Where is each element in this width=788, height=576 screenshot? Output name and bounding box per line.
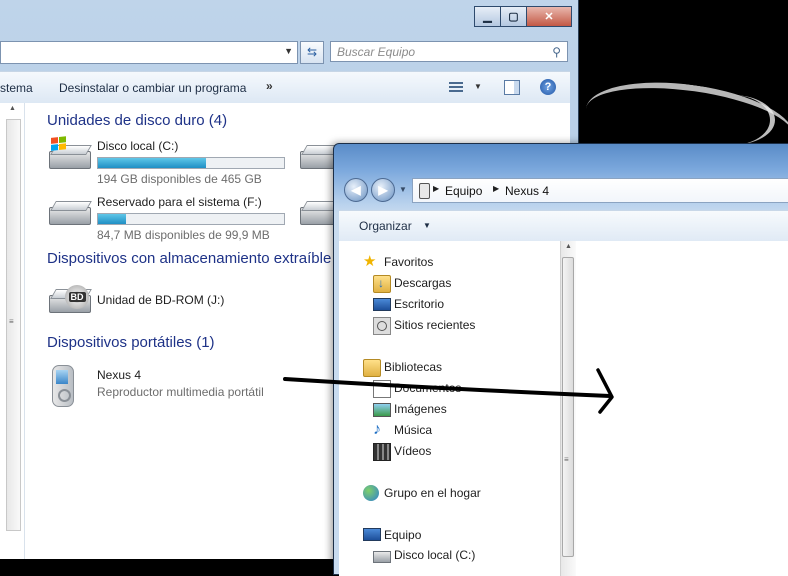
navigation-pane-collapsed: ▲ ≡: [0, 103, 25, 559]
nav-label: Bibliotecas: [384, 360, 443, 374]
music-note-icon: ♪: [373, 421, 381, 438]
documents-icon: [373, 380, 391, 398]
chevron-down-icon[interactable]: ▼: [423, 221, 431, 230]
breadcrumb-nexus4[interactable]: Nexus 4: [505, 184, 549, 198]
recent-places-icon: [373, 317, 391, 335]
hard-drive-icon: [373, 551, 391, 563]
drive-item-f[interactable]: Reservado para el sistema (F:) 84,7 MB d…: [47, 195, 307, 242]
title-bar[interactable]: ▁ ▢ ✕: [0, 0, 578, 34]
more-commands-button[interactable]: »: [266, 79, 273, 93]
group-header-removable[interactable]: Dispositivos con almacenamiento extraíbl…: [47, 250, 331, 267]
libraries-icon: [363, 359, 381, 377]
media-player-icon: [47, 365, 77, 409]
drive-name: Unidad de BD-ROM (J:): [97, 293, 225, 307]
command-bar: Organizar ▼: [339, 210, 788, 242]
drive-item-d[interactable]: [298, 139, 343, 183]
explorer-body: ★ Favoritos Descargas Escritorio Sitios …: [339, 241, 788, 576]
bluray-disc-icon: BD: [65, 285, 89, 309]
search-input[interactable]: Buscar Equipo ⚲: [330, 41, 568, 62]
chevron-right-icon[interactable]: ▶: [493, 184, 499, 193]
maximize-button[interactable]: ▢: [500, 6, 527, 27]
portable-device-item[interactable]: Nexus 4 Reproductor multimedia portátil: [47, 365, 307, 411]
change-view-icon[interactable]: [449, 80, 463, 94]
uninstall-program-button[interactable]: Desinstalar o cambiar un programa: [59, 81, 246, 95]
refresh-button[interactable]: ⇆: [300, 41, 324, 64]
search-placeholder: Buscar Equipo: [337, 45, 416, 59]
scroll-grip-icon: ≡: [9, 317, 14, 326]
nav-label: Grupo en el hogar: [384, 486, 481, 500]
navigation-pane: ★ Favoritos Descargas Escritorio Sitios …: [339, 241, 576, 576]
computer-icon: [363, 528, 381, 541]
chevron-right-icon[interactable]: ▶: [433, 184, 439, 193]
chevron-down-icon[interactable]: ▼: [284, 46, 293, 56]
device-type: Reproductor multimedia portátil: [97, 385, 264, 399]
back-button[interactable]: ◀: [344, 178, 368, 202]
device-icon: [419, 183, 430, 199]
hard-drive-icon: [47, 201, 92, 225]
pictures-icon: [373, 403, 391, 417]
drive-item-partial[interactable]: [298, 195, 343, 239]
windows-logo-icon: [51, 136, 67, 152]
nav-label: Disco local (C:): [394, 548, 476, 562]
chevron-down-icon[interactable]: ▼: [474, 82, 482, 91]
file-list-pane[interactable]: [576, 241, 788, 576]
nav-label: Descargas: [394, 276, 452, 290]
star-icon: ★: [363, 253, 377, 270]
drive-free-space: 194 GB disponibles de 465 GB: [97, 172, 262, 186]
group-header-hdd[interactable]: Unidades de disco duro (4): [47, 112, 227, 129]
minimize-button[interactable]: ▁: [474, 6, 501, 27]
system-properties-button[interactable]: stema: [0, 81, 33, 95]
bd-rom-drive-icon: BD: [47, 285, 92, 313]
device-name: Nexus 4: [97, 368, 142, 382]
downloads-folder-icon: [373, 275, 391, 293]
nav-label: Música: [394, 423, 433, 437]
wallpaper-decoration: [690, 95, 775, 145]
nav-label: Sitios recientes: [394, 318, 476, 332]
drive-free-space: 84,7 MB disponibles de 99,9 MB: [97, 228, 270, 242]
scroll-grip-icon: ≡: [564, 455, 569, 464]
search-icon[interactable]: ⚲: [552, 42, 561, 63]
navigation-scrollbar[interactable]: ▲ ≡: [560, 241, 576, 576]
command-bar: stema Desinstalar o cambiar un programa …: [0, 71, 570, 104]
close-button[interactable]: ✕: [526, 6, 572, 27]
desktop-icon: [373, 298, 391, 311]
drive-name: Disco local (C:): [97, 139, 179, 153]
nav-label: Imágenes: [394, 402, 447, 416]
scroll-up-icon[interactable]: ▲: [9, 105, 16, 112]
scroll-thumb[interactable]: [562, 257, 574, 557]
hard-drive-icon: [47, 136, 92, 169]
drive-usage-bar: [97, 157, 285, 169]
group-header-portable[interactable]: Dispositivos portátiles (1): [47, 334, 215, 351]
drive-name: Reservado para el sistema (F:): [97, 195, 262, 209]
scroll-up-icon[interactable]: ▲: [565, 243, 572, 250]
drive-usage-bar: [97, 213, 285, 225]
nav-label: Favoritos: [384, 255, 434, 269]
preview-pane-icon[interactable]: [504, 80, 520, 95]
nav-label: Escritorio: [394, 297, 445, 311]
nav-label: Vídeos: [394, 444, 432, 458]
recent-pages-chevron-icon[interactable]: ▼: [399, 185, 407, 194]
caption-buttons: ▁ ▢ ✕: [474, 6, 572, 27]
nexus4-window[interactable]: ◀ ▶ ▼ ▶ Equipo ▶ Nexus 4 Organizar ▼ ★ F…: [333, 143, 788, 576]
breadcrumb-equipo[interactable]: Equipo: [445, 184, 482, 198]
forward-button[interactable]: ▶: [371, 178, 395, 202]
organize-button[interactable]: Organizar: [359, 219, 412, 233]
film-icon: [373, 443, 391, 461]
drive-item-c[interactable]: Disco local (C:) 194 GB disponibles de 4…: [47, 136, 307, 186]
address-bar[interactable]: ▼: [0, 41, 298, 64]
homegroup-icon: [363, 485, 379, 501]
drive-item-bd[interactable]: BD Unidad de BD-ROM (J:): [47, 283, 307, 323]
address-bar[interactable]: ▶ Equipo ▶ Nexus 4: [412, 178, 788, 203]
nav-label: Documentos: [394, 381, 462, 395]
nav-label: Equipo: [384, 528, 422, 542]
help-icon[interactable]: ?: [540, 79, 556, 95]
